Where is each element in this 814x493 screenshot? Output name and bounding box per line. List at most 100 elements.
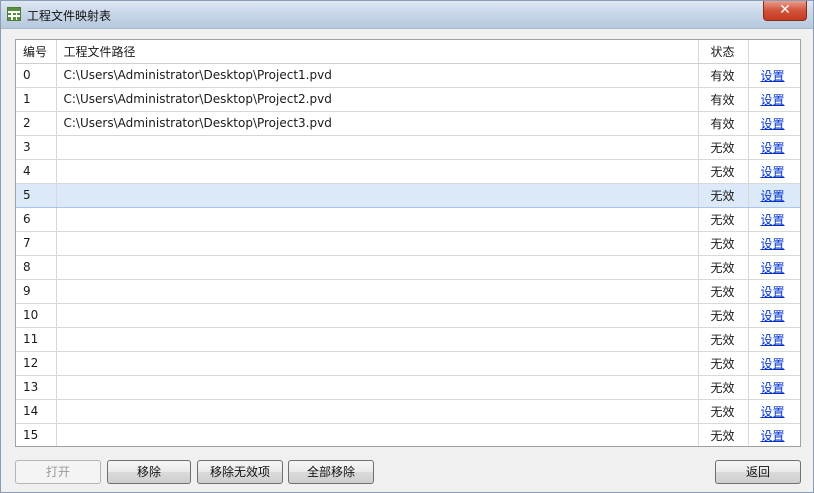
row-action-cell: 设置 [748, 303, 800, 328]
header-status[interactable]: 状态 [698, 40, 749, 64]
table-row[interactable]: 2 C:\Users\Administrator\Desktop\Project3… [16, 111, 800, 136]
row-action-cell: 设置 [748, 375, 800, 400]
row-action-cell: 设置 [748, 135, 800, 160]
table-row[interactable]: 9 无效 设置 [16, 279, 800, 304]
close-icon: ✕ [779, 2, 791, 18]
row-status: 无效 [698, 159, 749, 184]
row-path [56, 423, 699, 446]
table-row[interactable]: 1 C:\Users\Administrator\Desktop\Project2… [16, 87, 800, 112]
row-status: 无效 [698, 231, 749, 256]
settings-link[interactable]: 设置 [761, 237, 785, 251]
row-path: C:\Users\Administrator\Desktop\Project3.… [56, 111, 699, 136]
row-path [56, 399, 699, 424]
row-action-cell: 设置 [748, 231, 800, 256]
row-index: 13 [16, 375, 57, 400]
settings-link[interactable]: 设置 [761, 93, 785, 107]
title-bar[interactable]: 工程文件映射表 ✕ [1, 1, 813, 29]
row-status: 无效 [698, 327, 749, 352]
settings-link[interactable]: 设置 [761, 333, 785, 347]
row-path [56, 303, 699, 328]
remove-all-button[interactable]: 全部移除 [288, 460, 374, 484]
remove-button[interactable]: 移除 [107, 460, 191, 484]
row-index: 12 [16, 351, 57, 376]
table-row[interactable]: 11 无效 设置 [16, 327, 800, 352]
settings-link[interactable]: 设置 [761, 165, 785, 179]
row-path [56, 231, 699, 256]
row-action-cell: 设置 [748, 279, 800, 304]
table-row[interactable]: 14 无效 设置 [16, 399, 800, 424]
table-row[interactable]: 7 无效 设置 [16, 231, 800, 256]
row-action-cell: 设置 [748, 255, 800, 280]
row-status: 无效 [698, 351, 749, 376]
settings-link[interactable]: 设置 [761, 285, 785, 299]
row-index: 10 [16, 303, 57, 328]
table-row[interactable]: 5 无效 设置 [16, 182, 800, 208]
table-row[interactable]: 10 无效 设置 [16, 303, 800, 328]
row-index: 0 [16, 63, 57, 88]
settings-link[interactable]: 设置 [761, 405, 785, 419]
settings-link[interactable]: 设置 [761, 141, 785, 155]
row-action-cell: 设置 [748, 182, 800, 208]
row-status: 无效 [698, 423, 749, 446]
row-status: 无效 [698, 207, 749, 232]
row-action-cell: 设置 [748, 351, 800, 376]
row-index: 8 [16, 255, 57, 280]
table-row[interactable]: 4 无效 设置 [16, 159, 800, 184]
row-status: 有效 [698, 63, 749, 88]
header-action [748, 40, 800, 64]
settings-link[interactable]: 设置 [761, 261, 785, 275]
open-button[interactable]: 打开 [15, 460, 101, 484]
row-status: 无效 [698, 303, 749, 328]
settings-link[interactable]: 设置 [761, 213, 785, 227]
table-row[interactable]: 6 无效 设置 [16, 207, 800, 232]
row-index: 6 [16, 207, 57, 232]
settings-link[interactable]: 设置 [761, 189, 785, 203]
window-title: 工程文件映射表 [27, 9, 112, 23]
row-action-cell: 设置 [748, 111, 800, 136]
remove-invalid-button[interactable]: 移除无效项 [197, 460, 283, 484]
back-button[interactable]: 返回 [715, 460, 801, 484]
row-action-cell: 设置 [748, 327, 800, 352]
table-header: 编号 工程文件路径 状态 [16, 40, 800, 64]
settings-link[interactable]: 设置 [761, 381, 785, 395]
row-index: 3 [16, 135, 57, 160]
header-path[interactable]: 工程文件路径 [56, 40, 699, 64]
settings-link[interactable]: 设置 [761, 69, 785, 83]
row-index: 15 [16, 423, 57, 446]
row-status: 无效 [698, 375, 749, 400]
table-row[interactable]: 15 无效 设置 [16, 423, 800, 446]
table-row[interactable]: 0 C:\Users\Administrator\Desktop\Project1… [16, 63, 800, 88]
settings-link[interactable]: 设置 [761, 309, 785, 323]
row-path [56, 182, 699, 208]
close-button[interactable]: ✕ [763, 1, 807, 21]
header-index[interactable]: 编号 [16, 40, 57, 64]
row-action-cell: 设置 [748, 159, 800, 184]
table-row[interactable]: 8 无效 设置 [16, 255, 800, 280]
row-path [56, 135, 699, 160]
settings-link[interactable]: 设置 [761, 357, 785, 371]
row-status: 有效 [698, 87, 749, 112]
row-index: 1 [16, 87, 57, 112]
table-row[interactable]: 13 无效 设置 [16, 375, 800, 400]
row-path [56, 255, 699, 280]
row-path: C:\Users\Administrator\Desktop\Project1.… [56, 63, 699, 88]
settings-link[interactable]: 设置 [761, 429, 785, 443]
row-index: 5 [16, 182, 57, 208]
table-row[interactable]: 3 无效 设置 [16, 135, 800, 160]
table-grid-icon [7, 7, 21, 21]
row-path: C:\Users\Administrator\Desktop\Project2.… [56, 87, 699, 112]
row-index: 7 [16, 231, 57, 256]
row-index: 14 [16, 399, 57, 424]
row-index: 11 [16, 327, 57, 352]
table-row[interactable]: 12 无效 设置 [16, 351, 800, 376]
settings-link[interactable]: 设置 [761, 117, 785, 131]
row-path [56, 279, 699, 304]
mapping-window: 工程文件映射表 ✕ 编号 工程文件路径 状态 0 C:\Users\Adminis… [0, 0, 814, 493]
row-action-cell: 设置 [748, 63, 800, 88]
row-index: 4 [16, 159, 57, 184]
row-status: 无效 [698, 279, 749, 304]
row-status: 无效 [698, 182, 749, 208]
row-path [56, 375, 699, 400]
row-status: 无效 [698, 135, 749, 160]
row-index: 2 [16, 111, 57, 136]
